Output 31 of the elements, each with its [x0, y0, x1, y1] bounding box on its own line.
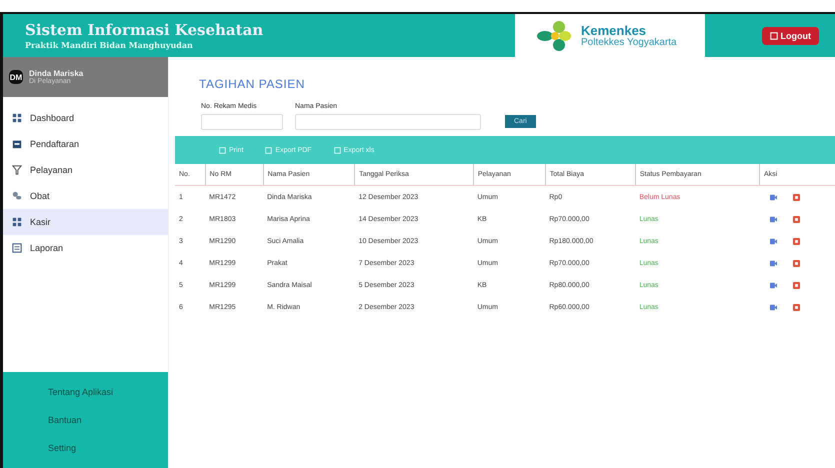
delete-icon[interactable]	[792, 238, 800, 244]
grid-icon	[12, 113, 22, 123]
user-name: Dinda Mariska	[29, 69, 84, 78]
sidebar-item[interactable]: Obat	[3, 183, 168, 209]
sidebar-item[interactable]: Laporan	[3, 235, 168, 261]
avatar: DM	[9, 70, 23, 84]
delete-icon[interactable]	[792, 304, 800, 310]
delete-icon[interactable]	[792, 260, 800, 266]
app-subtitle: Praktik Mandiri Bidan Manghuyudan	[25, 40, 194, 50]
list-icon	[12, 243, 22, 253]
card-icon	[12, 139, 22, 149]
logo-name: Kemenkes	[581, 24, 648, 36]
sidebar-item[interactable]: Pendaftaran	[3, 131, 168, 157]
grid-icon	[12, 217, 22, 227]
footer-link[interactable]: Tentang Aplikasi	[48, 387, 168, 397]
funnel-icon	[12, 165, 22, 175]
pill-icon	[12, 191, 22, 201]
sidebar-item[interactable]: Dashboard	[3, 105, 168, 131]
delete-icon[interactable]	[792, 194, 800, 200]
logo-subtitle: Poltekkes Yogyakarta	[581, 36, 677, 48]
page-title: TAGIHAN PASIEN	[199, 77, 306, 91]
delete-icon[interactable]	[792, 216, 800, 222]
sidebar-item[interactable]: Kasir	[3, 209, 168, 235]
footer-link[interactable]: Bantuan	[48, 415, 168, 425]
app-title: Sistem Informasi Kesehatan	[25, 21, 264, 39]
input-field[interactable]	[295, 114, 481, 130]
delete-icon[interactable]	[792, 282, 800, 288]
sidebar-item[interactable]: Pelayanan	[3, 157, 168, 183]
footer-link[interactable]: Setting	[48, 443, 168, 453]
input-field[interactable]	[201, 114, 283, 130]
logout-button[interactable]: Logout	[762, 26, 819, 44]
